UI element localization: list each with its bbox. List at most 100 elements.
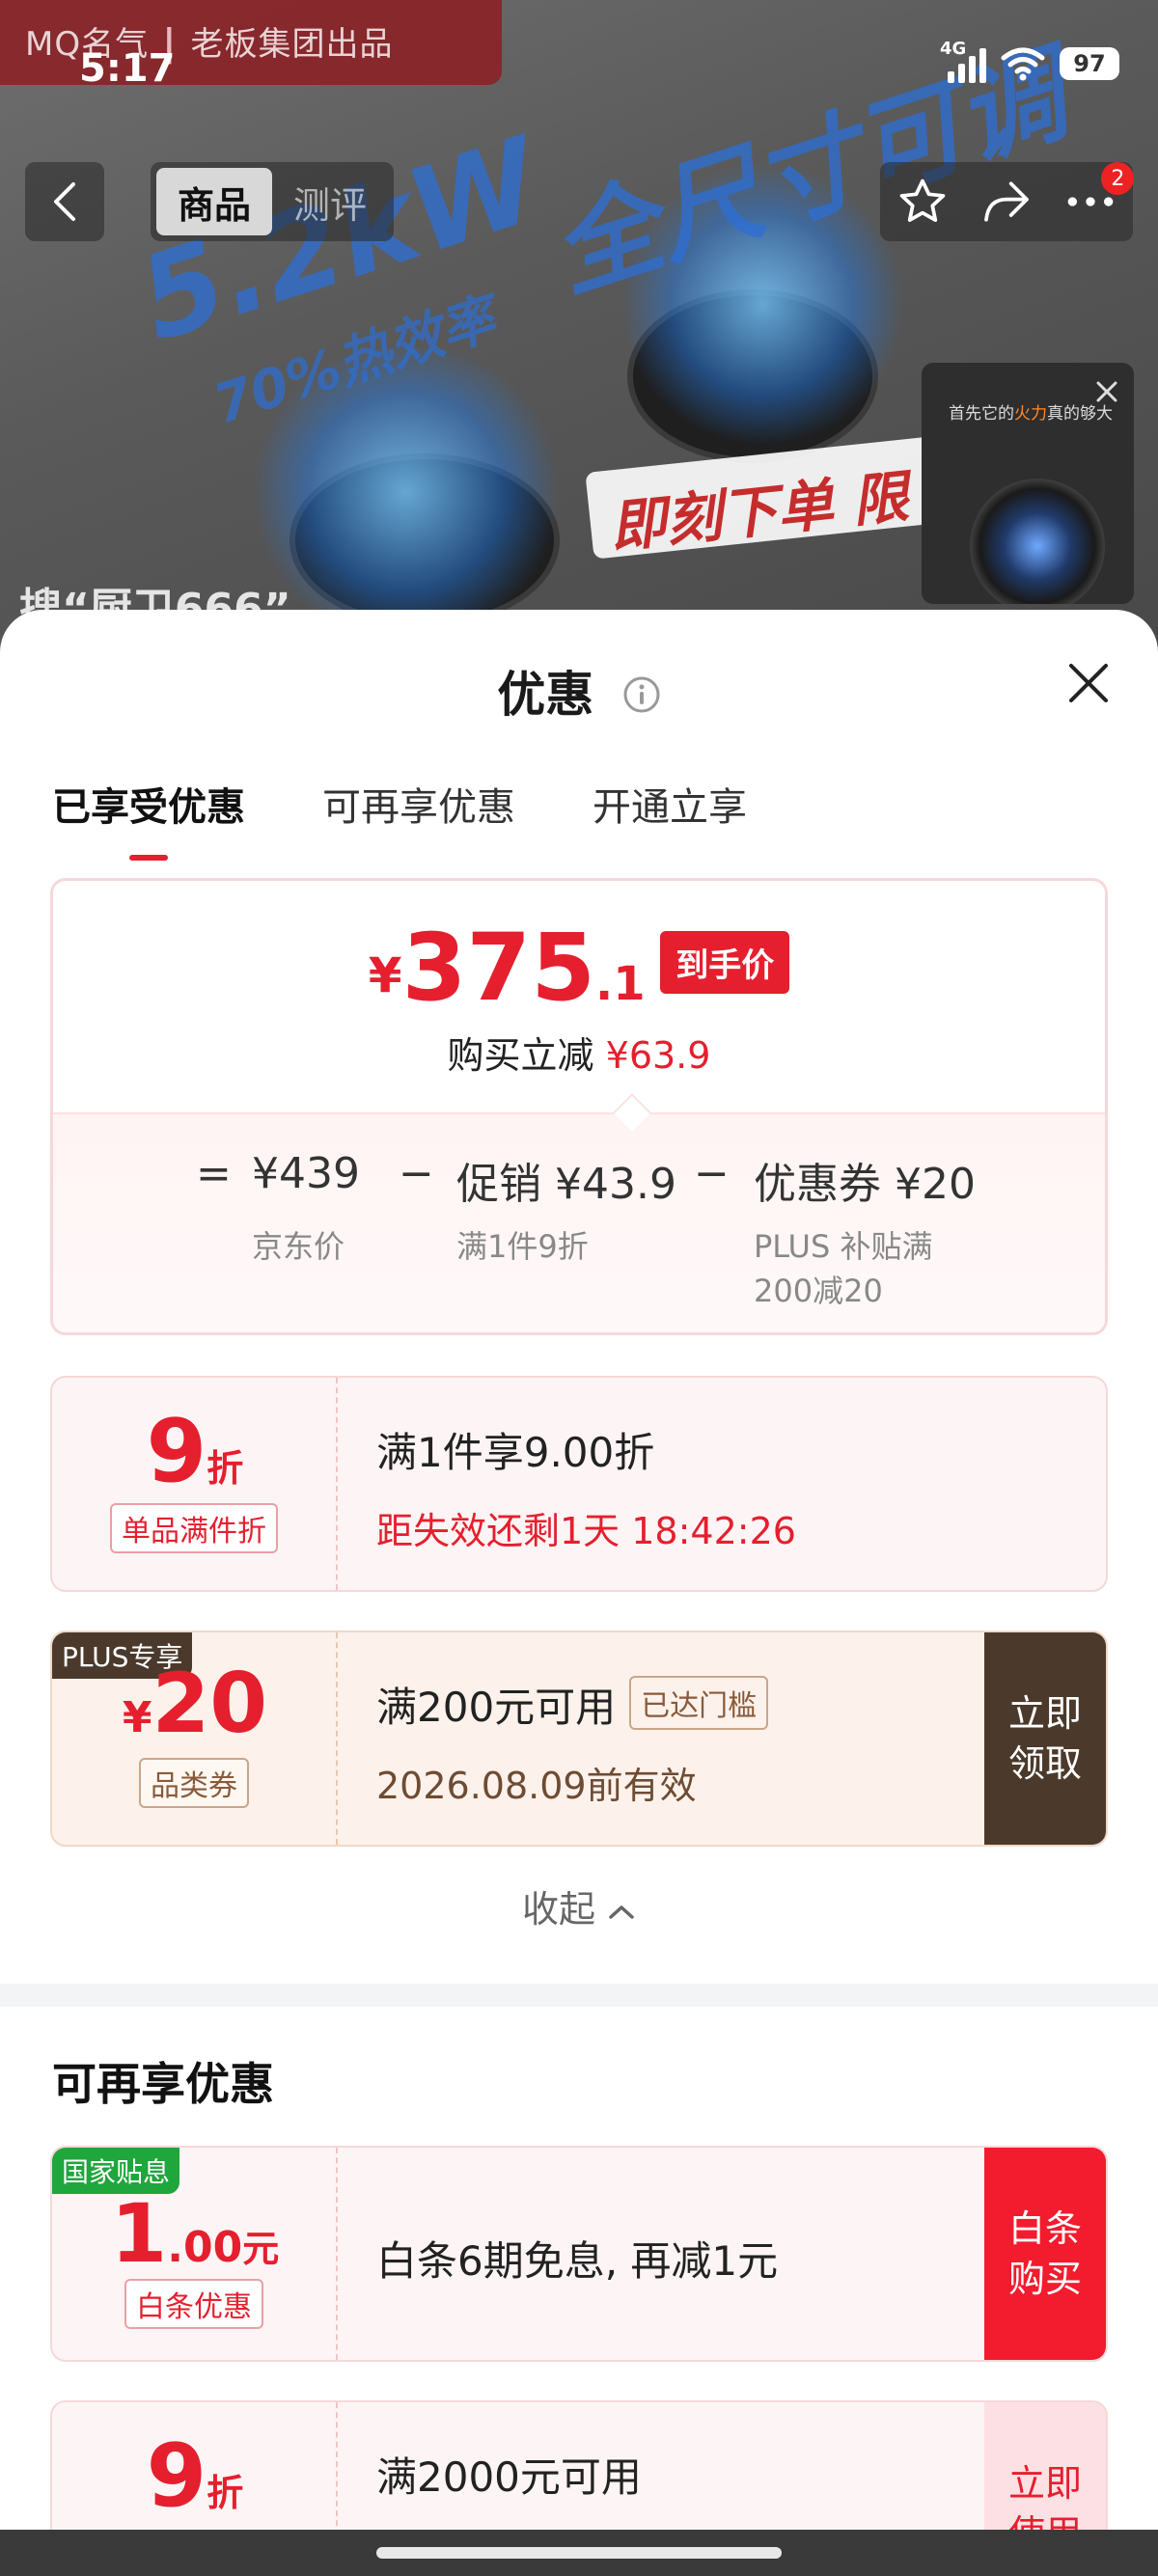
collapse-label: 收起 [521,1888,595,1931]
baitiao-discount-card: 国家贴息 1.00元 白条优惠 白条6期免息, 再减1元 白条 购买 [50,2146,1108,2362]
video-caption-prefix: 首先它的 [949,404,1014,424]
tab-reviews[interactable]: 测评 [272,168,388,235]
wifi-icon [1001,47,1045,81]
coupon-card-value: ¥20 品类券 [52,1632,338,1845]
discount-2000-rate-number: 9 [146,2425,207,2527]
star-icon [899,178,945,222]
coupon-discount-label: 优惠券 [754,1160,881,1209]
tab-enjoyed-discounts[interactable]: 已享受优惠 [52,776,245,861]
claim-coupon-label: 立即 领取 [1008,1688,1082,1789]
sheet-title: 优惠 [0,656,1158,726]
promo-discount: 促销 ¥43.9 [456,1149,676,1211]
discount-countdown: 距失效还剩1天 18:42:26 [376,1510,796,1552]
promo-label-text: 即刻下单 限 [606,463,912,561]
back-button[interactable] [25,162,104,241]
close-icon [1096,381,1117,402]
discount-2000-rate: 9折 [52,2425,338,2527]
baitiao-buy-label-2: 购买 [1007,2258,1082,2300]
final-price-badge: 到手价 [660,931,790,994]
discount-card-single-item: 9折 单品满件折 满1件享9.00折 距失效还剩1天 18:42:26 [50,1376,1108,1592]
coupon-card-plus: PLUS专享 ¥20 品类券 满200元可用 已达门槛 2026.08.09前有效… [50,1631,1108,1847]
claim-coupon-label-1: 立即 [1007,1692,1082,1735]
instant-reduction-value: ¥63.9 [605,1034,711,1077]
jd-price: ¥439 [252,1149,360,1198]
promo-label: 即刻下单 限 [585,434,959,561]
favorite-button[interactable] [889,168,956,235]
baitiao-type-tag: 白条优惠 [124,2279,263,2329]
use-discount-label-1: 立即 [1007,2462,1082,2505]
final-price-decimal: .1 [594,957,646,1011]
close-icon [1069,664,1108,702]
minus-sign: − [399,1149,434,1198]
share-button[interactable] [973,168,1040,235]
coupon-currency: ¥ [122,1693,152,1742]
discount-condition: 满1件享9.00折 [376,1429,655,1476]
tab-product[interactable]: 商品 [156,168,272,235]
claim-coupon-label-2: 领取 [1007,1742,1082,1785]
baitiao-amount-dec: .00 [167,2223,243,2272]
discount-card-value: 9折 单品满件折 [52,1378,338,1590]
video-frame [970,479,1105,604]
discount-2000-condition: 满2000元可用 [376,2453,642,2501]
coupon-discount-value: ¥20 [895,1160,976,1209]
floating-video[interactable]: 首先它的火力真的够大 [922,363,1134,604]
baitiao-amount: 1.00元 [52,2186,338,2281]
final-price-section: ¥375.1 到手价 购买立减 ¥63.9 [53,881,1105,1112]
minus-sign-2: − [694,1149,730,1198]
final-price: ¥375.1 到手价 [53,914,1105,1022]
discount-rate-number: 9 [146,1401,207,1502]
final-price-integer: 375 [401,914,595,1022]
status-time: 5:17 [79,46,176,91]
baitiao-amount-unit: 元 [242,2228,280,2270]
claim-coupon-button[interactable]: 立即 领取 [984,1632,1106,1845]
status-icons: 4G 97 [940,39,1119,83]
section-divider [0,1984,1158,2007]
discount-tabs: 已享受优惠 可再享优惠 开通立享 [52,776,747,861]
tab-activate-discounts[interactable]: 开通立享 [593,776,747,861]
promo-discount-value: ¥43.9 [555,1160,676,1209]
promo-discount-label: 促销 [456,1160,541,1209]
discount-sheet: 优惠 已享受优惠 可再享优惠 开通立享 ¥375.1 到手价 购买立减 ¥63.… [0,610,1158,2576]
brand-slogan: 老板集团出品 [190,25,394,64]
promo-discount-desc: 满1件9折 [456,1228,589,1265]
coupon-condition: 满200元可用 已达门槛 [376,1675,769,1734]
baitiao-buy-button[interactable]: 白条 购买 [984,2148,1106,2360]
equals-sign: = [196,1149,232,1198]
sheet-title-text: 优惠 [497,667,594,723]
signal-icon: 4G [940,39,986,83]
baitiao-condition: 白条6期免息, 再减1元 [376,2237,779,2285]
battery-indicator: 97 [1060,47,1119,80]
nav-actions: 2 [880,162,1135,241]
price-summary-card: ¥375.1 到手价 购买立减 ¥63.9 = ¥439 京东价 − 促销 ¥4… [50,878,1108,1335]
video-caption: 首先它的火力真的够大 [949,399,1113,424]
collapse-button[interactable]: 收起 [0,1879,1158,1932]
message-badge: 2 [1101,162,1135,195]
product-tabs: 商品 测评 [151,162,394,241]
baitiao-buy-label-1: 白条 [1007,2207,1082,2250]
coupon-discount: 优惠券 ¥20 [754,1149,976,1211]
more-button[interactable]: 2 [1057,162,1135,235]
sheet-close-button[interactable] [1062,656,1116,710]
baitiao-discount-value: 1.00元 白条优惠 [52,2148,338,2360]
coupon-amount: ¥20 [52,1656,338,1752]
discount-rate-unit: 折 [207,1447,244,1490]
coupon-discount-desc-1: PLUS 补贴满 [754,1228,933,1265]
jd-price-label: 京东价 [252,1228,345,1265]
info-icon[interactable] [622,675,661,714]
share-icon [984,181,1029,222]
home-indicator[interactable] [376,2547,782,2559]
coupon-discount-desc-2: 200减20 [754,1273,883,1309]
discount-2000-rate-unit: 折 [207,2472,244,2514]
video-caption-highlight: 火力 [1014,404,1047,424]
network-type: 4G [940,39,967,59]
chevron-up-icon [609,1905,634,1919]
baitiao-amount-int: 1 [110,2186,168,2281]
coupon-expiry: 2026.08.09前有效 [376,1765,697,1807]
video-close-button[interactable] [1089,374,1124,409]
discount-type-tag: 单品满件折 [110,1503,278,1553]
coupon-condition-text: 满200元可用 [376,1684,617,1731]
baitiao-buy-label: 白条 购买 [1008,2204,1082,2304]
instant-reduction-label: 购买立减 [447,1034,594,1077]
price-breakdown: = ¥439 京东价 − 促销 ¥43.9 满1件9折 − 优惠券 ¥20 PL… [53,1093,1105,1332]
tab-more-discounts[interactable]: 可再享优惠 [322,776,515,861]
